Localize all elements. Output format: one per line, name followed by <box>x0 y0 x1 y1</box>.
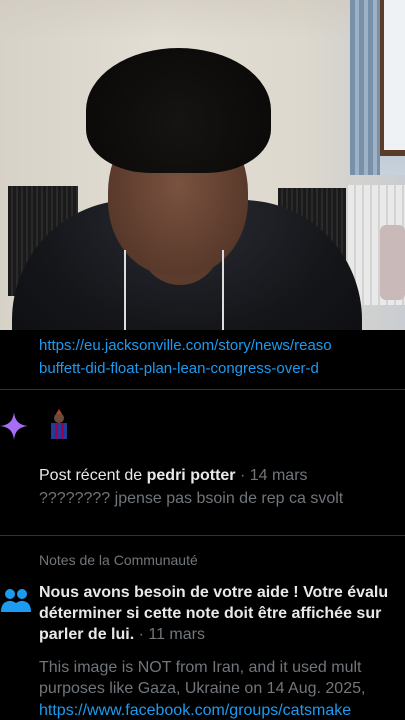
divider <box>0 535 405 536</box>
note-title-line-1: Nous avons besoin de votre aide ! Votre … <box>39 584 389 601</box>
sparkle-icon <box>0 412 28 440</box>
note-body-line-2: purposes like Gaza, Ukraine on 14 Aug. 2… <box>39 680 366 697</box>
avatar[interactable] <box>42 408 76 442</box>
tweet-panel: https://eu.jacksonville.com/story/news/r… <box>0 330 405 720</box>
community-note-title[interactable]: Nous avons besoin de votre aide ! Votre … <box>39 582 405 645</box>
earbud-wire-right <box>222 250 224 330</box>
note-title-line-3: parler de lui. <box>39 626 135 643</box>
article-link-line-2[interactable]: buffett-did-float-plan-lean-congress-ove… <box>39 360 319 377</box>
note-title-line-2: déterminer si cette note doit être affic… <box>39 605 382 622</box>
recent-post-date: 14 mars <box>249 467 308 484</box>
article-link-line-1[interactable]: https://eu.jacksonville.com/story/news/r… <box>39 337 332 354</box>
note-date: · 11 mars <box>134 626 205 643</box>
earbud-wire-left <box>124 250 126 330</box>
recent-post-text: ???????? jpense pas bsoin de rep ca svol… <box>39 490 344 507</box>
recent-post-line[interactable]: Post récent de pedri potter · 14 mars <box>39 467 308 485</box>
note-source-link[interactable]: https://www.facebook.com/groups/catsmake <box>39 702 351 720</box>
recent-post-author[interactable]: pedri potter <box>147 467 236 484</box>
wall <box>0 0 405 40</box>
divider <box>0 389 405 390</box>
curtain <box>350 0 380 175</box>
window-frame <box>380 0 405 156</box>
webcam-overlay <box>0 0 405 330</box>
bag <box>380 225 405 300</box>
recent-post-prefix: Post récent de <box>39 467 147 484</box>
community-notes-header: Notes de la Communauté <box>39 552 198 568</box>
recent-post-separator: · <box>235 467 250 484</box>
note-body-line-1: This image is NOT from Iran, and it used… <box>39 659 362 676</box>
person-hair <box>86 48 271 173</box>
people-icon <box>1 589 31 612</box>
community-note-body: This image is NOT from Iran, and it used… <box>39 657 405 699</box>
